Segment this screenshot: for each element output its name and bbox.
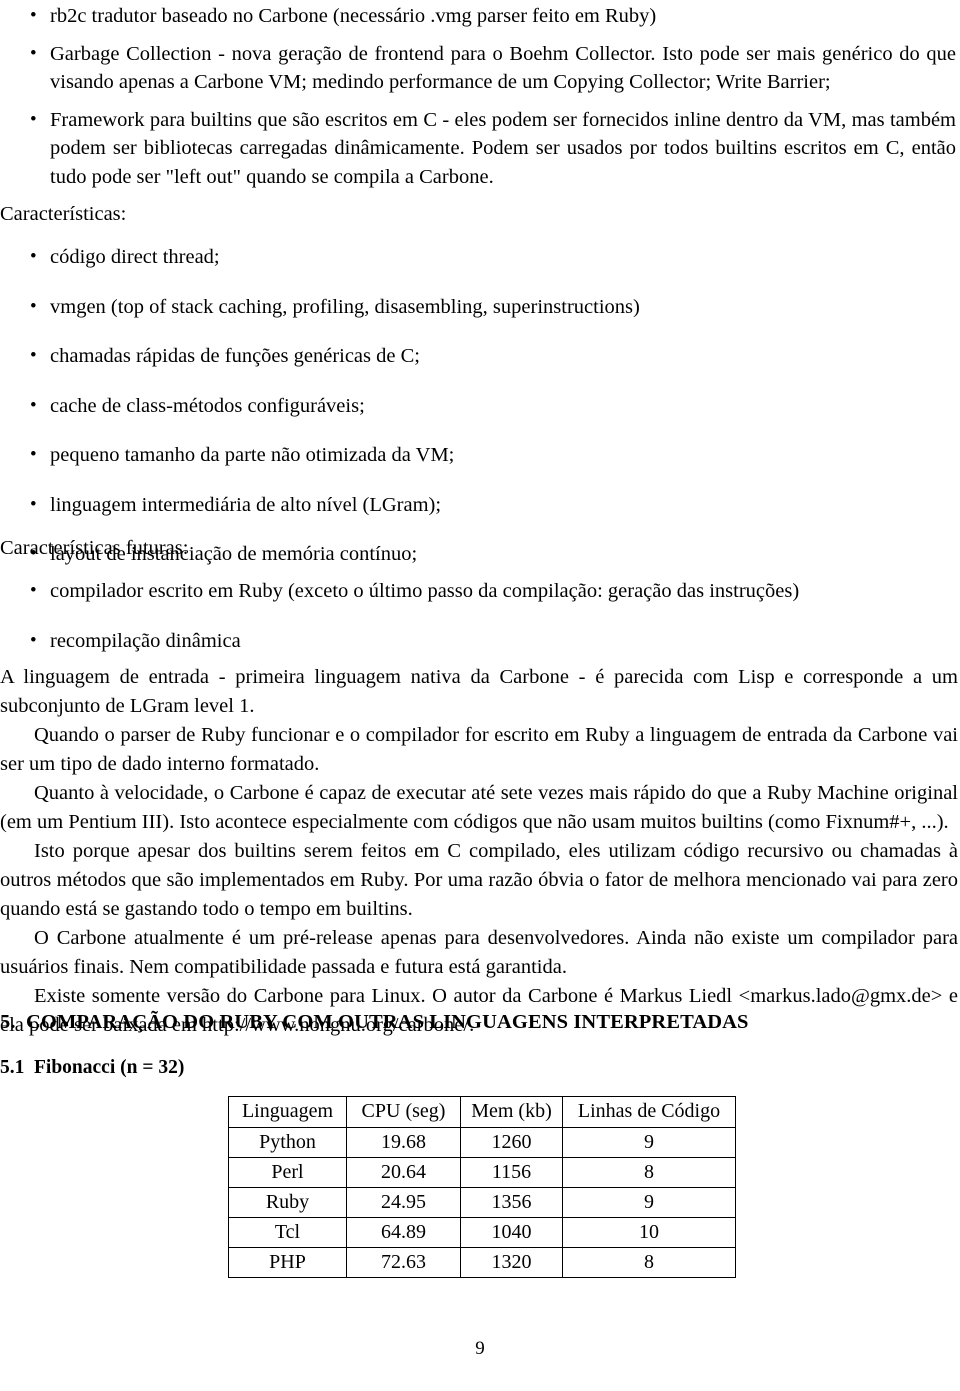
- cell-cpu: 19.68: [346, 1127, 461, 1158]
- list-item-text: linguagem intermediária de alto nível (L…: [50, 493, 442, 516]
- cell-loc: 10: [562, 1217, 736, 1248]
- paragraph: A linguagem de entrada - primeira lingua…: [0, 666, 958, 717]
- cell-mem: 1260: [460, 1127, 563, 1158]
- document-page: rb2c tradutor baseado no Carbone (necess…: [0, 0, 960, 1391]
- paragraph: Quanto à velocidade, o Carbone é capaz d…: [0, 782, 958, 833]
- page-number: 9: [475, 1338, 485, 1359]
- table-row: PHP 72.63 1320 8: [228, 1247, 736, 1278]
- cell-cpu: 72.63: [346, 1247, 461, 1278]
- cell-loc: 9: [562, 1187, 736, 1218]
- cell-language: Perl: [228, 1157, 347, 1188]
- body-paragraphs: A linguagem de entrada - primeira lingua…: [0, 663, 958, 1040]
- section-title: COMPARAÇÃO DO RUBY COM OUTRAS LINGUAGENS…: [26, 1011, 749, 1033]
- table-row: Perl 20.64 1156 8: [228, 1157, 736, 1188]
- list-item-text: compilador escrito em Ruby (exceto o últ…: [50, 580, 800, 602]
- subsection-title: Fibonacci (n = 32): [34, 1057, 185, 1078]
- list-item-text: recompilação dinâmica: [50, 629, 241, 652]
- list-item-text: código direct thread;: [50, 246, 220, 268]
- column-header: Mem (kb): [460, 1096, 563, 1128]
- paragraph: O Carbone atualmente é um pré-release ap…: [0, 927, 958, 978]
- cell-loc: 9: [562, 1127, 736, 1158]
- list-item: compilador escrito em Ruby (exceto o últ…: [0, 577, 860, 606]
- list-item-text: Garbage Collection - nova geração de fro…: [50, 42, 956, 94]
- cell-loc: 8: [562, 1247, 736, 1278]
- list-item: recompilação dinâmica: [0, 627, 860, 656]
- subsection-heading: 5.1 Fibonacci (n = 32): [0, 1057, 500, 1079]
- subsection-number: 5.1: [0, 1057, 25, 1078]
- fibonacci-benchmark-table-wrapper: Linguagem CPU (seg) Mem (kb) Linhas de C…: [228, 1096, 736, 1278]
- list-item-text: Framework para builtins que são escritos…: [50, 108, 956, 188]
- cell-cpu: 24.95: [346, 1187, 461, 1218]
- cell-cpu: 20.64: [346, 1157, 461, 1188]
- cell-language: PHP: [228, 1247, 347, 1278]
- column-header: CPU (seg): [346, 1096, 461, 1128]
- list-item: cache de class-métodos configuráveis;: [0, 392, 700, 421]
- paragraph: Quando o parser de Ruby funcionar e o co…: [0, 724, 958, 775]
- list-item: chamadas rápidas de funções genéricas de…: [0, 342, 700, 371]
- cell-cpu: 64.89: [346, 1217, 461, 1248]
- cell-mem: 1320: [460, 1247, 563, 1278]
- list-item: pequeno tamanho da parte não otimizada d…: [0, 441, 700, 470]
- cell-language: Python: [228, 1127, 347, 1158]
- list-item: vmgen (top of stack caching, profiling, …: [0, 293, 700, 322]
- section-number: 5.: [0, 1011, 16, 1033]
- carbone-todo-list: rb2c tradutor baseado no Carbone (necess…: [0, 2, 960, 200]
- paragraph: Isto porque apesar dos builtins serem fe…: [0, 840, 958, 920]
- table-row: Ruby 24.95 1356 9: [228, 1187, 736, 1218]
- list-item: Framework para builtins que são escritos…: [0, 106, 960, 192]
- list-item: Garbage Collection - nova geração de fro…: [0, 40, 960, 97]
- list-item-text: chamadas rápidas de funções genéricas de…: [50, 345, 420, 367]
- list-item-text: rb2c tradutor baseado no Carbone (necess…: [50, 5, 657, 27]
- column-header: Linguagem: [228, 1096, 347, 1128]
- table-row: Tcl 64.89 1040 10: [228, 1217, 736, 1248]
- list-item: rb2c tradutor baseado no Carbone (necess…: [0, 2, 960, 31]
- list-item: código direct thread;: [0, 243, 700, 272]
- column-header: Linhas de Código: [562, 1096, 736, 1128]
- caracteristicas-label: Características:: [0, 203, 127, 225]
- cell-mem: 1356: [460, 1187, 563, 1218]
- fibonacci-benchmark-table: Linguagem CPU (seg) Mem (kb) Linhas de C…: [228, 1096, 736, 1278]
- cell-mem: 1156: [460, 1157, 563, 1188]
- cell-loc: 8: [562, 1157, 736, 1188]
- section-heading: 5. COMPARAÇÃO DO RUBY COM OUTRAS LINGUAGE…: [0, 1011, 900, 1034]
- table-header-row: Linguagem CPU (seg) Mem (kb) Linhas de C…: [228, 1096, 736, 1128]
- cell-mem: 1040: [460, 1217, 563, 1248]
- caracteristicas-futuras-label: Características futuras:: [0, 537, 189, 559]
- list-item-text: pequeno tamanho da parte não otimizada d…: [50, 444, 455, 466]
- cell-language: Tcl: [228, 1217, 347, 1248]
- list-item-text: vmgen (top of stack caching, profiling, …: [50, 295, 640, 318]
- caracteristicas-futuras-list: compilador escrito em Ruby (exceto o últ…: [0, 577, 860, 676]
- list-item: linguagem intermediária de alto nível (L…: [0, 491, 700, 520]
- list-item-text: cache de class-métodos configuráveis;: [50, 394, 365, 417]
- cell-language: Ruby: [228, 1187, 347, 1218]
- table-row: Python 19.68 1260 9: [228, 1127, 736, 1158]
